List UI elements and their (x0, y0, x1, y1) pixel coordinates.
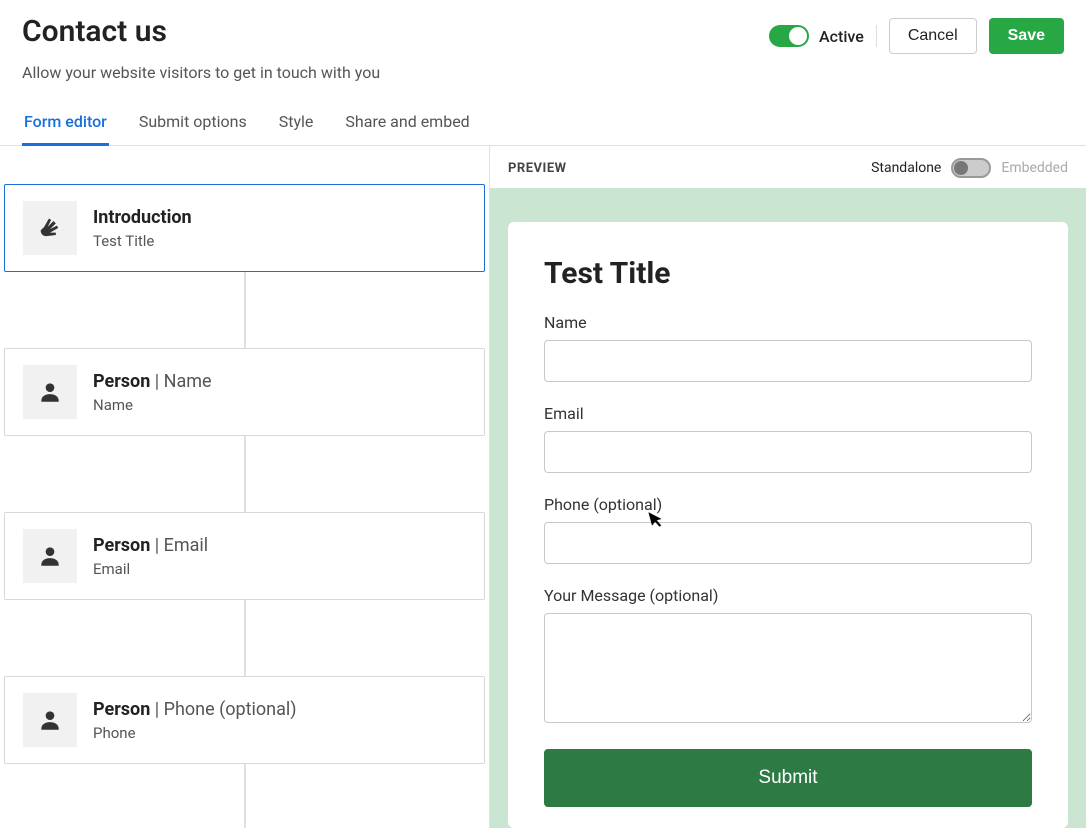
page-title: Contact us (22, 14, 380, 49)
save-button[interactable]: Save (989, 18, 1064, 54)
active-toggle[interactable] (769, 25, 809, 47)
tab-share-embed[interactable]: Share and embed (343, 104, 471, 146)
tab-form-editor[interactable]: Form editor (22, 104, 109, 146)
block-title-light: | Phone (optional) (150, 699, 296, 720)
cancel-button[interactable]: Cancel (889, 18, 977, 54)
person-icon (23, 365, 77, 419)
block-sub: Phone (93, 724, 297, 742)
preview-label: PREVIEW (508, 161, 567, 176)
page-subtitle: Allow your website visitors to get in to… (22, 63, 380, 82)
block-person-email[interactable]: Person | Email Email (4, 512, 485, 600)
block-title: Person (93, 699, 150, 720)
field-label-name: Name (544, 313, 1032, 332)
block-person-phone[interactable]: Person | Phone (optional) Phone (4, 676, 485, 764)
person-icon (23, 529, 77, 583)
block-sub: Test Title (93, 232, 192, 250)
block-introduction[interactable]: Introduction Test Title (4, 184, 485, 272)
email-input[interactable] (544, 431, 1032, 473)
block-sub: Email (93, 560, 208, 578)
form-preview-card: Test Title Name Email Phone (optional) Y… (508, 222, 1068, 828)
active-toggle-label: Active (819, 27, 864, 46)
block-title: Introduction (93, 207, 192, 228)
field-label-message: Your Message (optional) (544, 586, 1032, 605)
tabs-bar: Form editor Submit options Style Share a… (0, 104, 1086, 146)
block-title-light: | Name (150, 371, 211, 392)
block-title: Person (93, 535, 150, 556)
block-title: Person (93, 371, 150, 392)
block-title-light: | Email (150, 535, 208, 556)
block-sub: Name (93, 396, 212, 414)
preview-mode-toggle[interactable] (951, 158, 991, 178)
message-textarea[interactable] (544, 613, 1032, 723)
name-input[interactable] (544, 340, 1032, 382)
tab-submit-options[interactable]: Submit options (137, 104, 249, 146)
preview-mode-standalone[interactable]: Standalone (871, 160, 941, 176)
preview-pane: PREVIEW Standalone Embedded Test Title N… (490, 146, 1086, 828)
field-label-phone: Phone (optional) (544, 495, 1032, 514)
preview-mode-embedded[interactable]: Embedded (1001, 160, 1068, 176)
person-icon (23, 693, 77, 747)
tab-style[interactable]: Style (277, 104, 316, 146)
phone-input[interactable] (544, 522, 1032, 564)
editor-pane: Introduction Test Title Person | Name Na… (0, 146, 490, 828)
form-title: Test Title (544, 256, 1032, 291)
field-label-email: Email (544, 404, 1032, 423)
submit-button[interactable]: Submit (544, 749, 1032, 807)
wave-hand-icon (23, 201, 77, 255)
block-person-name[interactable]: Person | Name Name (4, 348, 485, 436)
